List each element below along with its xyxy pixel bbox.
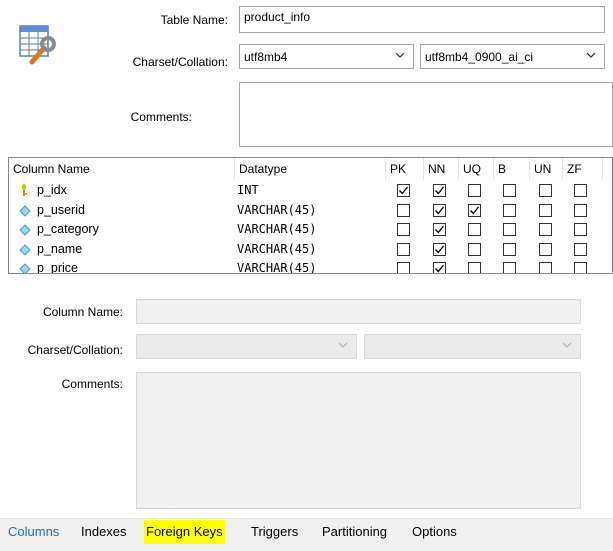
- chevron-down-icon: [586, 52, 596, 58]
- checkbox-b[interactable]: [503, 223, 516, 236]
- chevron-down-icon: [562, 342, 572, 348]
- header-zf[interactable]: ZF: [563, 158, 603, 180]
- column-comments-label: Comments:: [61, 377, 123, 391]
- checkbox-zf[interactable]: [574, 223, 587, 236]
- charset-collation-label: Charset/Collation:: [132, 55, 228, 69]
- table-comments-label: Comments:: [130, 110, 192, 124]
- column-name-cell[interactable]: p_idx: [37, 180, 67, 200]
- columns-grid[interactable]: Column Name Datatype PK NN UQ B UN ZF p_…: [8, 157, 613, 274]
- table-row[interactable]: p_userid VARCHAR(45): [9, 200, 612, 220]
- checkbox-un[interactable]: [539, 223, 552, 236]
- checkbox-nn[interactable]: [433, 223, 446, 236]
- checkbox-un[interactable]: [539, 203, 552, 217]
- checkbox-un[interactable]: [539, 184, 552, 197]
- table-row[interactable]: p_name VARCHAR(45): [9, 239, 612, 259]
- chevron-down-icon: [338, 342, 348, 348]
- datatype-cell[interactable]: VARCHAR(45): [237, 239, 316, 259]
- datatype-cell[interactable]: VARCHAR(45): [237, 258, 316, 273]
- checkbox-pk[interactable]: [397, 184, 410, 197]
- collation-select[interactable]: utf8mb4_0900_ai_ci: [420, 44, 605, 69]
- header-datatype[interactable]: Datatype: [235, 158, 386, 180]
- column-name-label: Column Name:: [42, 305, 123, 319]
- datatype-cell[interactable]: VARCHAR(45): [237, 219, 316, 239]
- checkbox-uq[interactable]: [468, 203, 481, 217]
- column-diamond-icon: [19, 261, 31, 273]
- tab-options[interactable]: Options: [410, 520, 459, 544]
- checkbox-b[interactable]: [503, 203, 516, 217]
- datatype-cell[interactable]: VARCHAR(45): [237, 200, 316, 220]
- header-un[interactable]: UN: [530, 158, 563, 180]
- checkbox-pk[interactable]: [397, 203, 410, 217]
- table-row[interactable]: p_price VARCHAR(45): [9, 258, 612, 273]
- table-comments-input[interactable]: [239, 82, 613, 147]
- tab-indexes[interactable]: Indexes: [79, 520, 129, 544]
- tab-columns[interactable]: Columns: [6, 520, 61, 544]
- checkbox-b[interactable]: [503, 242, 516, 256]
- checkbox-nn[interactable]: [433, 203, 446, 217]
- chevron-down-icon: [395, 52, 405, 58]
- charset-select[interactable]: utf8mb4: [239, 44, 414, 69]
- checkbox-uq[interactable]: [468, 242, 481, 256]
- column-name-cell[interactable]: p_userid: [37, 200, 85, 220]
- header-column-name[interactable]: Column Name: [9, 158, 235, 180]
- header-b[interactable]: B: [494, 158, 530, 180]
- checkbox-pk[interactable]: [397, 262, 410, 273]
- table-settings-icon: [18, 22, 62, 66]
- tab-partitioning[interactable]: Partitioning: [320, 520, 389, 544]
- checkbox-pk[interactable]: [397, 242, 410, 256]
- column-name-cell[interactable]: p_name: [37, 239, 82, 259]
- column-collation-select[interactable]: [364, 334, 581, 359]
- column-name-input[interactable]: [136, 299, 581, 324]
- column-name-cell[interactable]: p_category: [37, 219, 99, 239]
- table-name-input[interactable]: product_info: [239, 6, 605, 33]
- column-charset-label: Charset/Collation:: [27, 343, 123, 357]
- header-pk[interactable]: PK: [386, 158, 424, 180]
- tab-foreign-keys[interactable]: Foreign Keys: [144, 520, 225, 544]
- datatype-cell[interactable]: INT: [237, 180, 259, 200]
- checkbox-zf[interactable]: [574, 262, 587, 273]
- charset-value: utf8mb4: [244, 50, 288, 64]
- collation-value: utf8mb4_0900_ai_ci: [425, 50, 534, 64]
- checkbox-un[interactable]: [539, 262, 552, 273]
- checkbox-nn[interactable]: [433, 184, 446, 197]
- header-nn[interactable]: NN: [424, 158, 459, 180]
- tab-triggers[interactable]: Triggers: [249, 520, 300, 544]
- checkbox-zf[interactable]: [574, 242, 587, 256]
- table-row[interactable]: p_idx INT: [9, 180, 612, 200]
- checkbox-zf[interactable]: [574, 184, 587, 197]
- checkbox-uq[interactable]: [468, 223, 481, 236]
- checkbox-b[interactable]: [503, 262, 516, 273]
- checkbox-un[interactable]: [539, 242, 552, 256]
- table-name-label: Table Name:: [160, 13, 228, 27]
- checkbox-uq[interactable]: [468, 262, 481, 273]
- checkbox-b[interactable]: [503, 184, 516, 197]
- checkbox-nn[interactable]: [433, 242, 446, 256]
- checkbox-pk[interactable]: [397, 223, 410, 236]
- table-row[interactable]: p_category VARCHAR(45): [9, 219, 612, 239]
- column-charset-select[interactable]: [136, 334, 357, 359]
- checkbox-nn[interactable]: [433, 262, 446, 273]
- column-name-cell[interactable]: p_price: [37, 258, 78, 273]
- checkbox-zf[interactable]: [574, 203, 587, 217]
- column-comments-input[interactable]: [136, 372, 581, 509]
- checkbox-uq[interactable]: [468, 184, 481, 197]
- header-uq[interactable]: UQ: [459, 158, 494, 180]
